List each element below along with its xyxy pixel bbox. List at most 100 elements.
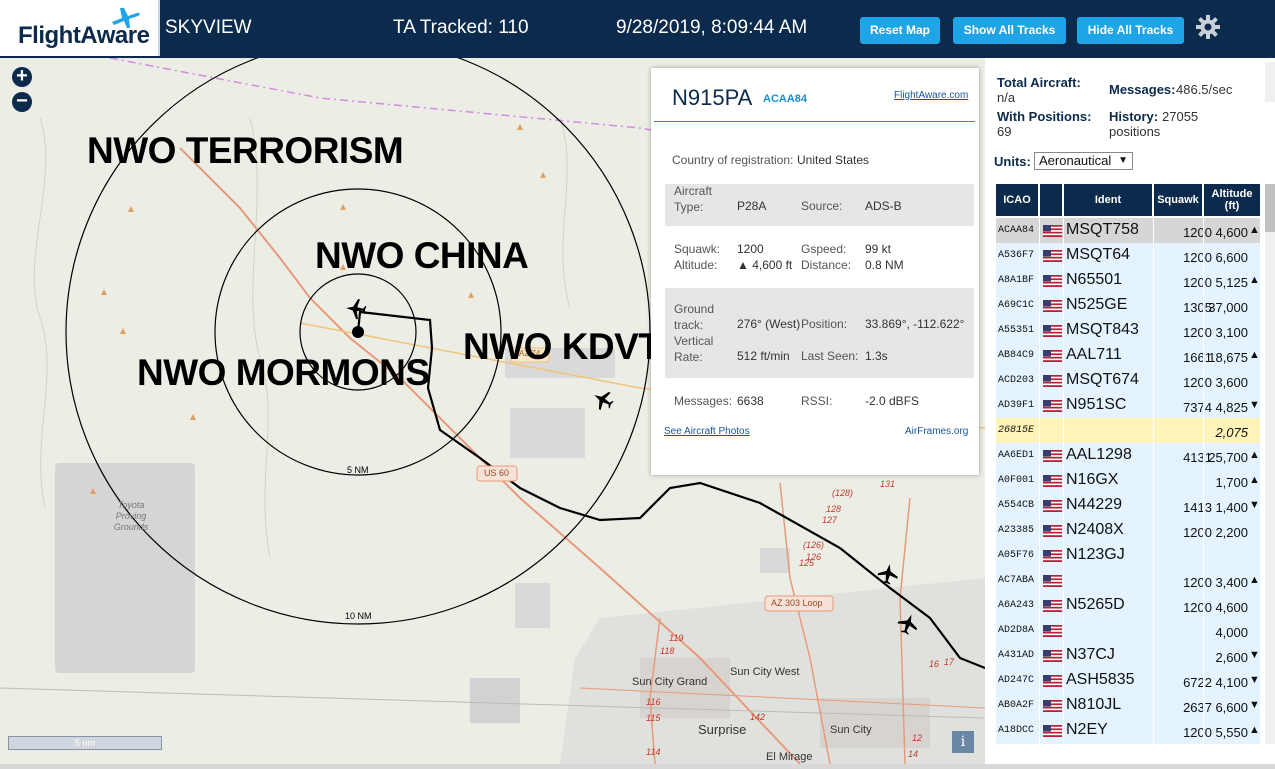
hide-all-tracks-button[interactable]: Hide All Tracks: [1077, 17, 1184, 44]
tracked-count: TA Tracked: 110: [393, 17, 529, 38]
column-header-ident[interactable]: Ident: [1064, 184, 1152, 216]
road-number: 127: [822, 515, 838, 525]
aircraft-panel: Total Aircraft: n/a Messages: 486.5/sec …: [985, 58, 1275, 769]
table-row[interactable]: A6A243 N5265D 1200 4,600: [996, 593, 1260, 618]
cell-ident: N37CJ: [1066, 646, 1115, 663]
place-label: El Mirage: [766, 751, 813, 763]
vertical-rate-label: Vertical Rate:: [674, 334, 714, 364]
road-number: 142: [750, 712, 766, 722]
rssi-label: RSSI:: [801, 394, 833, 408]
road-number: 131: [880, 479, 896, 489]
cell-icao: AD39F1: [998, 400, 1035, 411]
zoom-out-button[interactable]: −: [12, 91, 32, 112]
us-flag-icon: [1043, 475, 1062, 487]
show-all-tracks-button[interactable]: Show All Tracks: [953, 17, 1066, 44]
us-flag-icon: [1043, 300, 1062, 312]
cell-ident: N2EY: [1066, 721, 1108, 738]
table-row[interactable]: AD2D8A 4,000: [996, 618, 1260, 643]
gear-icon[interactable]: [1195, 14, 1221, 40]
table-row[interactable]: A0F001 N16GX 1,700 ▲: [996, 468, 1260, 493]
cell-ident: MSQT64: [1066, 246, 1131, 263]
aircraft-type-label: Aircraft Type:: [674, 184, 713, 214]
altitude-trend-icon: ▲: [1249, 274, 1260, 286]
altitude-trend-icon: ▲: [1249, 224, 1260, 236]
column-header-squawk[interactable]: Squawk: [1154, 184, 1202, 216]
scrollbar-track[interactable]: [1265, 62, 1275, 102]
scrollbar-thumb[interactable]: [1265, 184, 1275, 232]
us-flag-icon: [1043, 250, 1062, 262]
squawk-value: 1200: [737, 242, 764, 256]
flightaware-link[interactable]: FlightAware.com: [894, 90, 968, 101]
cell-ident: N951SC: [1066, 396, 1127, 413]
zoom-in-button[interactable]: +: [12, 66, 32, 87]
reset-map-button[interactable]: Reset Map: [860, 17, 940, 44]
info-button[interactable]: i: [952, 731, 974, 753]
table-row[interactable]: A536F7 MSQT64 1200 6,600: [996, 243, 1260, 268]
cell-altitude: 1,700: [1215, 475, 1248, 490]
logo[interactable]: FlightAware: [0, 0, 160, 56]
cell-ident: MSQT758: [1066, 221, 1139, 238]
altitude-trend-icon: ▼: [1249, 674, 1260, 686]
cell-altitude: 37,000: [1208, 300, 1248, 315]
column-header-icao[interactable]: ICAO: [996, 184, 1038, 216]
table-row[interactable]: AB84C9 AAL711 1661 18,675 ▲: [996, 343, 1260, 368]
us-flag-icon: [1043, 500, 1062, 512]
table-row[interactable]: 26815E 2,075: [996, 418, 1260, 443]
cell-icao: A554CB: [998, 500, 1035, 511]
messages-value: 6638: [737, 394, 764, 408]
table-row[interactable]: A55351 MSQT843 1200 3,100: [996, 318, 1260, 343]
cell-icao: A69C1C: [998, 300, 1035, 311]
altitude-trend-icon: ▲: [1249, 474, 1260, 486]
table-row[interactable]: A554CB N44229 1413 1,400 ▼: [996, 493, 1260, 518]
table-row[interactable]: A4B6C2N4022W53054,625▲: [996, 743, 1260, 744]
table-row[interactable]: AD39F1 N951SC 7374 4,825 ▼: [996, 393, 1260, 418]
cell-altitude: 3,600: [1215, 375, 1248, 390]
annotation-text: NWO CHINA: [315, 235, 529, 276]
position-label: Position:: [801, 317, 848, 331]
us-flag-icon: [1043, 450, 1062, 462]
with-positions-value: 69: [997, 124, 1012, 139]
table-row[interactable]: A05F76 N123GJ: [996, 543, 1260, 568]
aircraft-icao: ACAA84: [763, 93, 808, 105]
cell-ident: AAL1298: [1066, 446, 1132, 463]
aircraft-marker: [594, 391, 614, 411]
cell-ident: N44229: [1066, 496, 1123, 513]
cell-ident: N65501: [1066, 271, 1123, 288]
cell-altitude: 4,600: [1215, 600, 1248, 615]
road-number: 115: [646, 713, 661, 723]
track-label: Ground track:: [674, 302, 715, 332]
cell-icao: AC7ABA: [998, 575, 1035, 586]
cell-ident: MSQT843: [1066, 321, 1139, 338]
table-row[interactable]: A18DCC N2EY 1200 5,550 ▲: [996, 718, 1260, 743]
status-strip: [0, 764, 1275, 769]
table-row[interactable]: AD247C ASH5835 6722 4,100 ▼: [996, 668, 1260, 693]
units-label: Units:: [994, 154, 1031, 169]
cell-icao: A0F001: [998, 475, 1035, 486]
road-number: 16: [929, 659, 940, 669]
table-row[interactable]: A69C1C N525GE 1305 37,000: [996, 293, 1260, 318]
annotation-text: NWO TERRORISM: [87, 130, 404, 171]
route-label: AZ 303 Loop: [771, 598, 823, 608]
cell-ident: N16GX: [1066, 471, 1119, 488]
cell-altitude: 3,400: [1215, 575, 1248, 590]
table-row[interactable]: A431AD N37CJ 2,600 ▼: [996, 643, 1260, 668]
units-select[interactable]: Aeronautical ▼: [1034, 152, 1133, 170]
table-row[interactable]: AA6ED1 AAL1298 4131 25,700 ▲: [996, 443, 1260, 468]
us-flag-icon: [1043, 675, 1062, 687]
table-row[interactable]: AC7ABA 1200 3,400 ▲: [996, 568, 1260, 593]
cell-icao: A536F7: [998, 250, 1035, 261]
column-header-altitude[interactable]: Altitude (ft): [1204, 184, 1260, 216]
table-row[interactable]: A8A1BF N65501 1200 5,125 ▲: [996, 268, 1260, 293]
cell-altitude: 1,400: [1215, 500, 1248, 515]
column-header-flag[interactable]: [1040, 184, 1062, 216]
aircraft-photos-link[interactable]: See Aircraft Photos: [664, 426, 750, 437]
scrollbar-track[interactable]: [1265, 184, 1275, 744]
table-row[interactable]: ACAA84 MSQT758 1200 4,600 ▲: [996, 218, 1260, 243]
cell-ident: AAL711: [1066, 346, 1122, 363]
table-row[interactable]: A23385 N2408X 1200 2,200: [996, 518, 1260, 543]
table-row[interactable]: ACD203 MSQT674 1200 3,600: [996, 368, 1260, 393]
airframes-link[interactable]: AirFrames.org: [905, 426, 968, 437]
cell-ident: ASH5835: [1066, 671, 1135, 688]
table-row[interactable]: AB0A2F N810JL 2637 6,600 ▼: [996, 693, 1260, 718]
cell-ident: N2408X: [1066, 521, 1124, 538]
